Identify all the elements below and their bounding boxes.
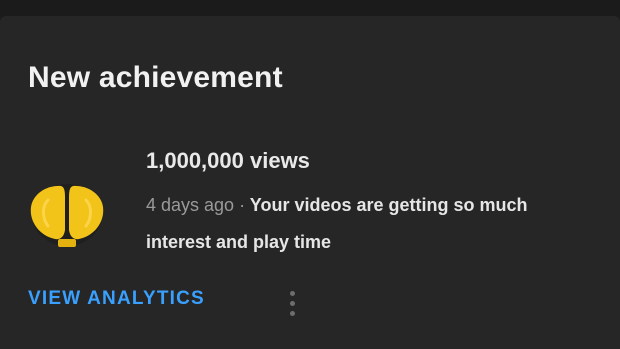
- more-vertical-icon: [289, 290, 295, 296]
- achievement-card: New achievement 1,000,000 views 4 days a…: [0, 16, 620, 349]
- view-analytics-button[interactable]: VIEW ANALYTICS: [28, 288, 205, 310]
- time-separator: ·: [239, 195, 246, 215]
- achievement-time: 4 days ago: [146, 195, 235, 215]
- trophy-icon: [24, 158, 110, 254]
- achievement-description: 4 days ago · Your videos are getting so …: [146, 187, 586, 261]
- achievement-headline: 1,000,000 views: [146, 148, 310, 173]
- more-options-button[interactable]: [280, 286, 304, 320]
- card-title: New achievement: [28, 61, 283, 94]
